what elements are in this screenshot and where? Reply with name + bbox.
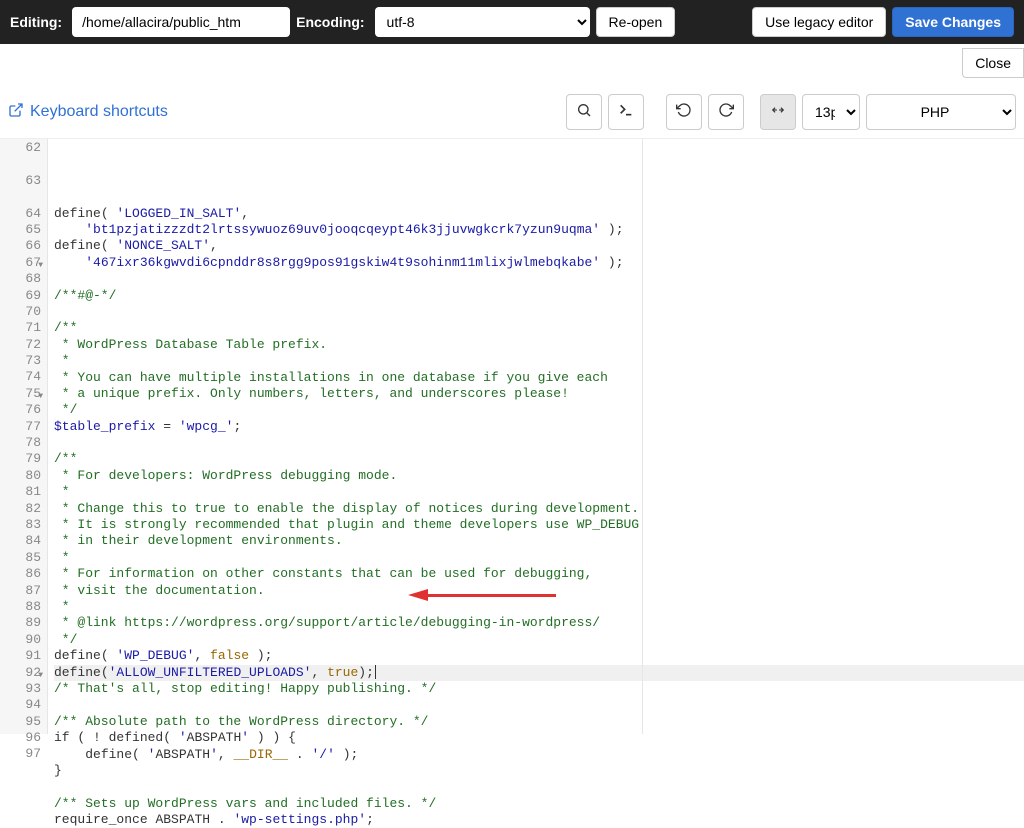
terminal-button[interactable] — [608, 94, 644, 130]
search-icon — [576, 102, 592, 123]
keyboard-shortcuts-label: Keyboard shortcuts — [30, 103, 168, 121]
topbar: Editing: Encoding: utf-8 Re-open Use leg… — [0, 0, 1024, 44]
editing-path-input[interactable] — [72, 7, 290, 37]
code-content[interactable]: define( 'LOGGED_IN_SALT', 'bt1pzjatizzzd… — [48, 139, 1024, 734]
editing-label: Editing: — [10, 14, 62, 30]
undo-icon — [676, 102, 692, 123]
language-select[interactable]: PHP — [866, 94, 1016, 130]
reopen-button[interactable]: Re-open — [596, 7, 676, 37]
font-size-select[interactable]: 13px — [802, 94, 860, 130]
keyboard-shortcuts-link[interactable]: Keyboard shortcuts — [8, 102, 168, 123]
search-button[interactable] — [566, 94, 602, 130]
terminal-icon — [618, 102, 634, 123]
editor-toolbar: Keyboard shortcuts 13px PHP — [0, 90, 1024, 139]
encoding-select[interactable]: utf-8 — [375, 7, 590, 37]
second-row: Close — [0, 44, 1024, 90]
redo-icon — [718, 102, 734, 123]
line-number-gutter: 6263646566676869707172737475767778798081… — [0, 139, 48, 734]
external-link-icon — [8, 102, 24, 123]
print-margin — [642, 139, 643, 734]
wrap-button[interactable] — [760, 94, 796, 130]
close-button[interactable]: Close — [962, 48, 1024, 78]
encoding-label: Encoding: — [296, 14, 364, 30]
wrap-icon — [769, 103, 787, 122]
use-legacy-editor-button[interactable]: Use legacy editor — [752, 7, 886, 37]
save-changes-button[interactable]: Save Changes — [892, 7, 1014, 37]
redo-button[interactable] — [708, 94, 744, 130]
undo-button[interactable] — [666, 94, 702, 130]
code-editor[interactable]: 6263646566676869707172737475767778798081… — [0, 139, 1024, 734]
